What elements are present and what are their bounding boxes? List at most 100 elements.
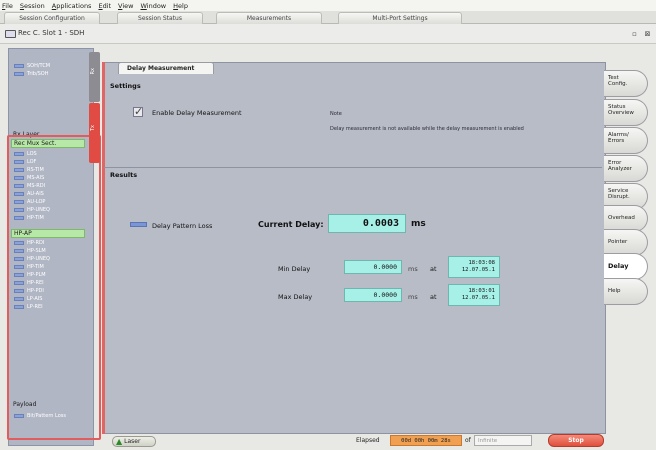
alarm-led [14,175,24,180]
menu-item-label: ile [5,1,13,10]
nav-label-line1: Help [608,288,621,294]
tab-measurements[interactable]: Measurements [216,12,322,24]
sidebar-alarm-item[interactable]: HP-UNEQ [14,255,50,262]
alarm-led [14,280,24,285]
sidebar-alarm-item[interactable]: HP-PLM [14,271,46,278]
menu-item-5[interactable]: Window [140,2,166,10]
duration-field[interactable]: Infinite [474,435,532,446]
sidebar-alarm-item[interactable]: HP-RDI [14,239,44,246]
nav-label-line1: Overhead [608,215,635,221]
sidebar-payload-label[interactable]: Payload [11,400,85,409]
stop-button[interactable]: Stop [548,434,604,447]
duration-of-label: of [465,437,471,444]
alarm-led [14,288,24,293]
min-delay-label: Min Delay [278,265,311,273]
sidebar-group-hp-ap[interactable]: HP-AP [11,229,85,238]
menu-item-1[interactable]: Session [20,2,45,10]
alarm-led [14,151,24,156]
enable-delay-checkbox[interactable]: ✓ [133,106,143,117]
nav-pointer[interactable]: Pointer [604,229,648,256]
menu-item-2[interactable]: Applications [52,2,92,10]
sidebar-alarm-item[interactable]: HP-TIM [14,263,44,270]
alarm-led [14,191,24,196]
nav-error[interactable]: Error Analyzer [604,155,648,182]
sidebar-alarm-item[interactable]: LOS [14,150,37,157]
alarm-led [14,207,24,212]
sidebar-top-item[interactable]: SOH/TCM [14,62,50,69]
pattern-loss-swatch [130,222,147,227]
elapsed-label: Elapsed [356,437,380,444]
alarm-label: HP-PLM [27,271,46,278]
sidebar-alarm-item[interactable]: HP-UNEQ [14,206,50,213]
min-delay-date: 12.07.05.1 [461,267,495,273]
panel-red-edge [102,62,105,434]
nav-label-line2: Analyzer [608,166,632,172]
alarm-led [14,167,24,172]
sidebar-tab-rx[interactable]: Rx [89,52,100,102]
current-delay-value: 0.0003 [328,214,406,233]
nav-help[interactable]: Help [604,278,648,305]
sidebar-alarm-item[interactable]: HP-SLM [14,247,46,254]
nav-status[interactable]: Status Overview [604,99,648,126]
sidebar-alarm-item[interactable]: HP-PDI [14,287,44,294]
alarm-label: MS-AIS [27,174,45,181]
nav-alarms[interactable]: Alarms/Errors [604,127,648,154]
sidebar-alarm-item[interactable]: LP-REI [14,303,43,310]
sidebar-top-item[interactable]: Trib/SOH [14,70,49,77]
menu-item-6[interactable]: Help [173,2,188,10]
tab-session-configuration[interactable]: Session Configuration [4,12,100,24]
alarm-label: AU-AIS [27,190,44,197]
max-delay-time: 18:03:01 [468,288,496,294]
sidebar-alarm-item[interactable]: HP-REI [14,279,44,286]
alarm-led [14,71,24,76]
sidebar-tab-tx[interactable]: Tx [89,103,100,163]
close-icon[interactable]: ⊠ [643,29,652,38]
alarm-led [14,272,24,277]
sidebar-alarm-item[interactable]: MS-AIS [14,174,44,181]
restore-icon[interactable]: ▫ [630,29,639,38]
max-delay-date: 12.07.05.1 [461,295,495,301]
menu-item-0[interactable]: File [2,2,13,10]
menu-item-label: elp [178,1,188,10]
nav-label-line2: Disrupt. [608,194,630,200]
tab-delay-measurement[interactable]: Delay Measurement [118,62,214,74]
note-title: Note [330,111,342,117]
tab-multi-port-settings[interactable]: Multi-Port Settings [338,12,462,24]
sidebar-alarm-item[interactable]: LP-AIS [14,295,42,302]
sidebar-payload-item[interactable]: Bit/Pattern Loss [14,412,66,419]
max-delay-timestamp: 18:03:01 12.07.05.1 [448,284,500,306]
alarm-led [14,296,24,301]
min-delay-time: 18:03:08 [468,260,496,266]
nav-label-line2: Errors [608,138,625,144]
nav-test[interactable]: Test Config. [604,70,648,97]
section-divider [104,167,602,168]
sidebar-alarm-item[interactable]: RS-TIM [14,166,44,173]
alarm-led [14,256,24,261]
sidebar-alarm-item[interactable]: LOF [14,158,36,165]
window-header: Rec C. Slot 1 - SDH ▫ ⊠ [0,24,656,44]
sidebar-alarm-item[interactable]: AU-LOP [14,198,45,205]
alarm-label: LOS [27,150,37,157]
alarm-label: LP-REI [27,303,43,310]
tab-session-status[interactable]: Session Status [117,12,203,24]
menu-item-3[interactable]: Edit [98,2,111,10]
elapsed-value: 00d 00h 00m 28s [390,435,462,446]
min-delay-unit: ms [408,265,418,273]
sidebar-section-label[interactable]: Rx Layer [11,130,85,139]
sidebar-alarm-item[interactable]: HP-TIM [14,214,44,221]
alarm-label: AU-LOP [27,198,46,205]
nav-delay[interactable]: Delay [604,253,648,280]
sidebar-alarm-item[interactable]: MS-RDI [14,182,45,189]
max-delay-unit: ms [408,293,418,301]
laser-warning-label: Laser [124,438,141,445]
alarm-led [14,413,24,418]
alarm-led [14,183,24,188]
alarm-led [14,304,24,309]
sidebar-group-rec-mux[interactable]: Rec Mux Sect. [11,139,85,148]
sidebar-alarm-item[interactable]: AU-AIS [14,190,44,197]
nav-label-line1: Delay [608,262,629,270]
alarm-label: HP-UNEQ [27,255,50,262]
laser-warning-button[interactable]: ▲ Laser [112,436,156,447]
nav-overhead[interactable]: Overhead [604,205,648,232]
menu-item-4[interactable]: View [118,2,133,10]
